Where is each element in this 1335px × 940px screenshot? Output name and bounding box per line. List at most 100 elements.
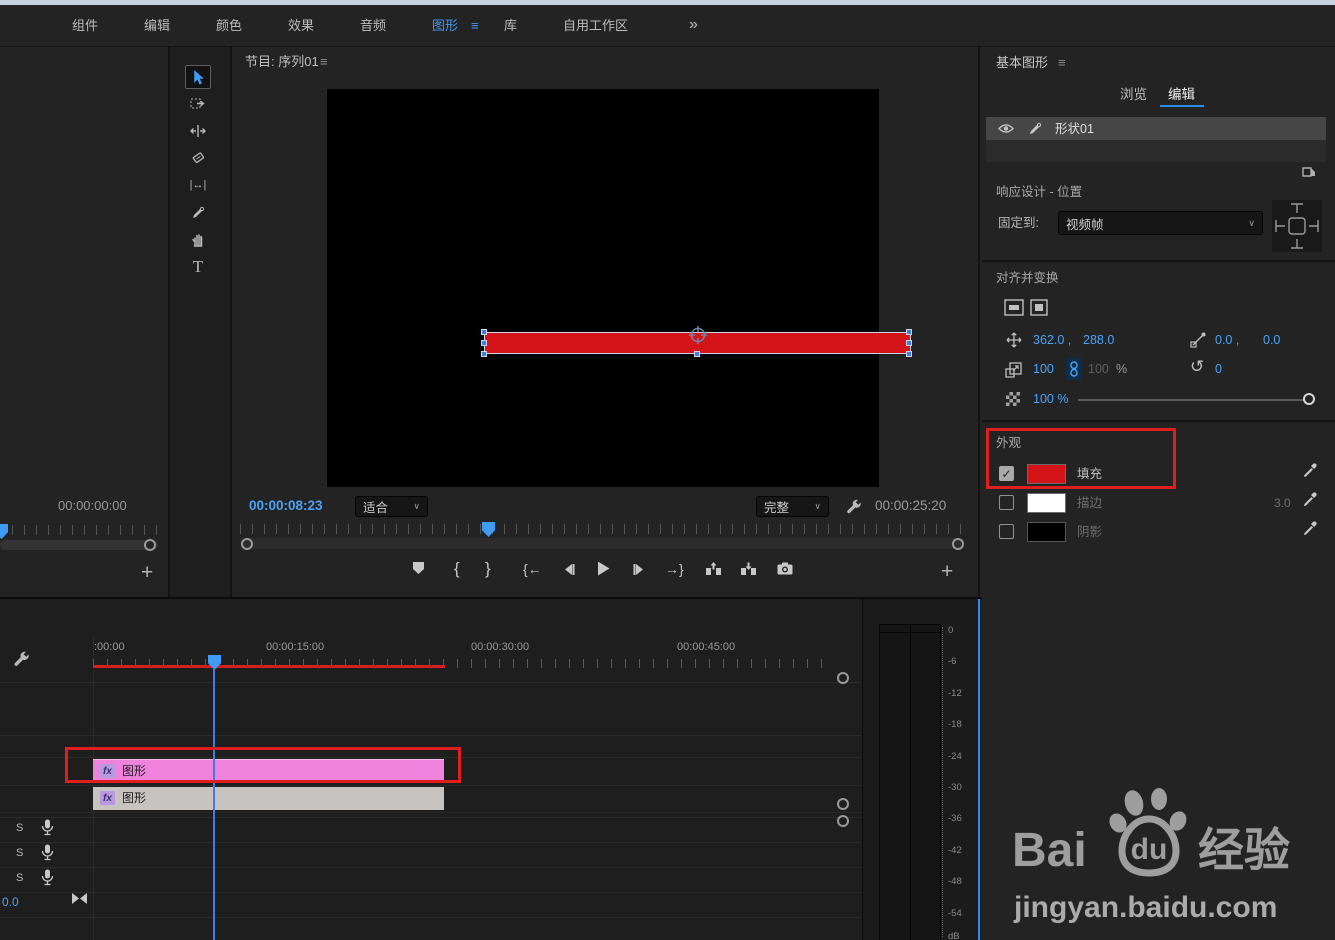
layer-list-empty-row[interactable] xyxy=(986,140,1326,162)
shape-handle-bc[interactable] xyxy=(694,351,700,357)
source-mini-ruler[interactable] xyxy=(0,525,168,535)
extract-icon[interactable] xyxy=(740,562,757,576)
fill-color-swatch[interactable] xyxy=(1027,464,1066,484)
anchor-x-value[interactable]: 0.0 , xyxy=(1215,334,1239,347)
layer-row-shape01[interactable]: 形状01 xyxy=(986,117,1326,140)
shape-handle-bl[interactable] xyxy=(481,351,487,357)
align-vertical-center-icon[interactable] xyxy=(1030,299,1048,316)
source-playhead[interactable] xyxy=(0,524,8,539)
workspace-tab-graphics-active[interactable]: 图形 xyxy=(432,19,458,32)
mic-icon-a2[interactable] xyxy=(41,844,54,861)
program-zoom-dropdown[interactable]: 适合 ∨ xyxy=(355,496,428,517)
workspace-tab-color[interactable]: 颜色 xyxy=(216,19,242,32)
workspace-tab-library[interactable]: 库 xyxy=(504,19,517,32)
position-x-value[interactable]: 362.0 , xyxy=(1033,334,1071,347)
align-horizontal-center-icon[interactable] xyxy=(1004,299,1024,316)
play-icon[interactable] xyxy=(597,561,610,576)
solo-button-a3[interactable]: S xyxy=(16,873,23,884)
shape-anchor-point-icon[interactable] xyxy=(688,325,708,345)
fill-checkbox-checked[interactable]: ✓ xyxy=(999,466,1014,481)
razor-tool-icon[interactable] xyxy=(185,146,211,170)
workspace-tab-custom[interactable]: 自用工作区 xyxy=(563,19,628,32)
ripple-edit-tool-icon[interactable] xyxy=(185,119,211,143)
timeline-vscroll-handle-top[interactable] xyxy=(837,672,849,684)
lift-icon[interactable] xyxy=(705,562,722,576)
stroke-color-swatch[interactable] xyxy=(1027,493,1066,513)
mark-out-icon[interactable]: } xyxy=(485,560,491,577)
anchor-y-value[interactable]: 0.0 xyxy=(1263,334,1280,347)
workspace-overflow-icon[interactable]: » xyxy=(689,17,698,33)
workspace-tab-audio[interactable]: 音频 xyxy=(360,19,386,32)
add-marker-icon[interactable] xyxy=(412,561,425,575)
scale-width-value[interactable]: 100 xyxy=(1033,363,1054,376)
layer-pen-icon[interactable] xyxy=(1028,121,1043,136)
stroke-width-value[interactable]: 3.0 xyxy=(1274,497,1291,509)
stroke-eyedropper-icon[interactable] xyxy=(1303,492,1317,507)
pin-to-widget[interactable] xyxy=(1272,200,1322,252)
hand-tool-icon[interactable] xyxy=(185,227,211,251)
position-y-value[interactable]: 288.0 xyxy=(1083,334,1114,347)
graphics-menu-icon[interactable]: ≡ xyxy=(471,19,479,32)
new-layer-icon[interactable] xyxy=(1301,165,1316,179)
shape-handle-tl[interactable] xyxy=(481,329,487,335)
program-mini-playhead[interactable] xyxy=(482,522,495,537)
mark-in-icon[interactable]: { xyxy=(454,560,460,577)
opacity-slider-track[interactable] xyxy=(1078,399,1306,401)
pen-tool-icon[interactable] xyxy=(185,200,211,224)
go-to-in-icon[interactable]: {← xyxy=(523,562,542,576)
program-panel-menu-icon[interactable]: ≡ xyxy=(320,55,328,68)
master-level-value[interactable]: 0.0 xyxy=(2,896,19,908)
program-video-frame[interactable] xyxy=(327,89,912,487)
workspace-tab-components[interactable]: 组件 xyxy=(72,19,98,32)
timeline-settings-wrench-icon[interactable] xyxy=(13,650,31,668)
layer-visibility-eye-icon[interactable] xyxy=(998,123,1014,134)
program-position-timecode[interactable]: 00:00:08:23 xyxy=(249,499,323,513)
shape-handle-tr[interactable] xyxy=(906,329,912,335)
tab-browse[interactable]: 浏览 xyxy=(1120,88,1147,102)
shape-handle-mr[interactable] xyxy=(906,340,912,346)
work-area-bar[interactable] xyxy=(93,665,445,668)
workspace-tab-effects[interactable]: 效果 xyxy=(288,19,314,32)
go-to-out-icon[interactable]: →} xyxy=(665,562,684,576)
export-frame-camera-icon[interactable] xyxy=(777,562,793,575)
timeline-vscroll-handle-1[interactable] xyxy=(837,798,849,810)
clip-fx-badge[interactable]: fx xyxy=(100,791,115,805)
mic-icon-a3[interactable] xyxy=(41,869,54,886)
tab-edit-active[interactable]: 编辑 xyxy=(1168,88,1195,102)
scale-height-value[interactable]: 100 xyxy=(1088,363,1109,376)
program-mini-ruler[interactable] xyxy=(240,524,970,534)
master-bowtie-icon[interactable] xyxy=(72,893,87,904)
program-resolution-dropdown[interactable]: 完整 ∨ xyxy=(756,496,829,517)
program-scrollbar-right-handle[interactable] xyxy=(952,538,964,550)
source-zoom-scrollbar[interactable] xyxy=(0,540,158,550)
selection-tool-icon[interactable] xyxy=(185,65,211,89)
opacity-slider-handle[interactable] xyxy=(1303,393,1315,405)
step-forward-icon[interactable] xyxy=(632,563,646,576)
stroke-checkbox-unchecked[interactable] xyxy=(999,495,1014,510)
shadow-eyedropper-icon[interactable] xyxy=(1303,521,1317,536)
solo-button-a1[interactable]: S xyxy=(16,823,23,834)
type-tool-icon[interactable]: T xyxy=(185,254,211,278)
timeline-vscroll-handle-2[interactable] xyxy=(837,815,849,827)
shape-handle-ml[interactable] xyxy=(481,340,487,346)
source-zoom-handle[interactable] xyxy=(144,539,156,551)
program-scrollbar[interactable] xyxy=(240,538,964,549)
clip-fx-badge[interactable]: fx xyxy=(100,764,115,778)
workspace-tab-edit[interactable]: 编辑 xyxy=(144,19,170,32)
shadow-checkbox-unchecked[interactable] xyxy=(999,524,1014,539)
rotation-value[interactable]: 0 xyxy=(1215,363,1222,376)
shadow-color-swatch[interactable] xyxy=(1027,522,1066,542)
opacity-value[interactable]: 100 % xyxy=(1033,393,1068,406)
graphics-clip-v1[interactable]: fx 图形 xyxy=(93,787,444,810)
scale-link-toggle[interactable] xyxy=(1066,358,1082,380)
program-settings-wrench-icon[interactable] xyxy=(846,498,863,515)
eg-panel-menu-icon[interactable]: ≡ xyxy=(1058,56,1066,69)
slip-tool-icon[interactable]: |↔| xyxy=(185,173,211,197)
solo-button-a2[interactable]: S xyxy=(16,848,23,859)
source-add-button[interactable]: + xyxy=(141,562,153,583)
shape-handle-br[interactable] xyxy=(906,351,912,357)
pin-to-dropdown[interactable]: 视频帧 ∨ xyxy=(1058,211,1263,235)
step-back-icon[interactable] xyxy=(562,563,576,576)
track-select-forward-tool-icon[interactable] xyxy=(185,92,211,116)
mic-icon-a1[interactable] xyxy=(41,819,54,836)
